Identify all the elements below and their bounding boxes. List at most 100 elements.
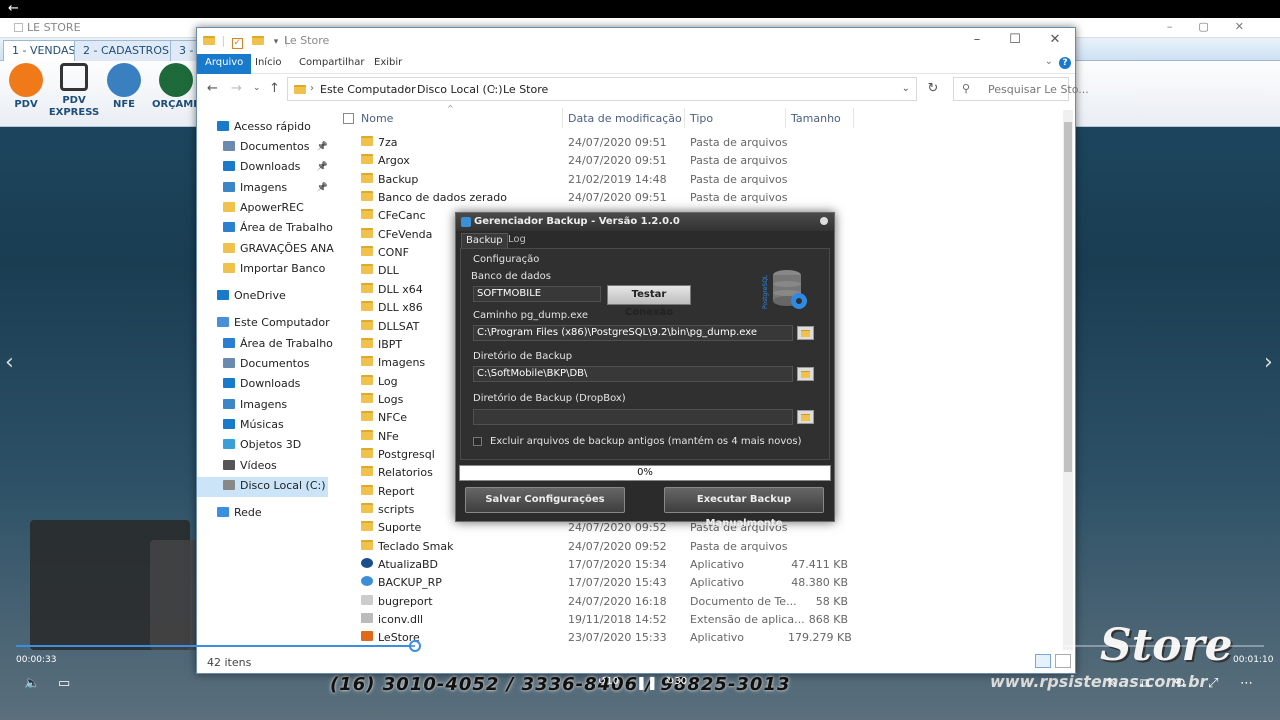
large-icons-view-icon[interactable] <box>1055 654 1071 668</box>
nav-item[interactable]: Imagens <box>197 396 328 416</box>
chevron-down-icon[interactable]: ▾ <box>274 37 279 47</box>
close-icon[interactable] <box>820 217 828 225</box>
tab-log[interactable]: Log <box>504 233 530 248</box>
nav-item[interactable]: Downloads <box>197 375 328 395</box>
file-row[interactable]: iconv.dll 19/11/2018 14:52 Extensão de apl… <box>337 611 1061 629</box>
arrow-left-icon[interactable]: ← <box>8 1 19 16</box>
back-arrow-icon[interactable]: ← <box>207 81 218 96</box>
nav-item[interactable]: Objetos 3D <box>197 436 328 456</box>
column-date[interactable]: Data de modificação <box>568 112 682 125</box>
breadcrumb-computer[interactable]: Este Computador <box>320 83 416 96</box>
column-name[interactable]: Nome <box>361 112 393 125</box>
tab-cadastros[interactable]: 2 - CADASTROS <box>74 40 178 61</box>
volume-icon[interactable]: 🔈 <box>24 676 40 691</box>
breadcrumb-lestore[interactable]: Le Store <box>503 83 548 96</box>
nav-item[interactable]: Área de Trabalho <box>197 219 333 239</box>
nav-item[interactable]: Importar Banco <box>197 260 328 280</box>
nav-item[interactable]: Downloads 📌 <box>197 158 328 178</box>
nav-item[interactable]: Disco Local (C:) <box>197 477 328 497</box>
breadcrumb-disk[interactable]: Disco Local (C:) <box>417 83 503 96</box>
file-row[interactable]: Argox 24/07/2020 09:51 Pasta de arquivos <box>337 152 1061 170</box>
browse-folder-icon[interactable] <box>797 410 814 424</box>
test-connection-button[interactable]: Testar Conexão <box>607 285 691 318</box>
app-window-buttons[interactable]: –▢✕ <box>1167 20 1270 33</box>
dropbox-dir-input[interactable] <box>473 409 793 425</box>
nav-item[interactable]: Músicas <box>197 416 328 436</box>
tab-arquivo[interactable]: Arquivo <box>197 54 252 74</box>
recent-chevron-icon[interactable]: ⌄ <box>253 83 261 93</box>
pgdump-path-input[interactable]: C:\Program Files (x86)\PostgreSQL\9.2\bi… <box>473 325 793 341</box>
forward-arrow-icon[interactable]: → <box>231 81 242 96</box>
nav-item[interactable]: Rede <box>197 504 328 524</box>
nav-item[interactable]: ApowerREC <box>197 199 328 219</box>
next-chevron-icon[interactable]: › <box>1264 350 1273 375</box>
run-backup-button[interactable]: Executar Backup Manualmente <box>664 487 824 529</box>
file-row[interactable]: Backup 21/02/2019 14:48 Pasta de arquivos <box>337 171 1061 189</box>
column-divider[interactable] <box>785 108 786 128</box>
file-row[interactable]: 7za 24/07/2020 09:51 Pasta de arquivos <box>337 134 1061 152</box>
vertical-scrollbar[interactable] <box>1063 110 1073 650</box>
column-divider[interactable] <box>684 108 685 128</box>
minimize-icon[interactable]: – <box>967 32 987 47</box>
tab-backup[interactable]: Backup <box>461 233 508 248</box>
crop-icon[interactable]: ⧉ <box>1140 676 1149 691</box>
scrollbar-thumb[interactable] <box>1064 122 1072 472</box>
nav-item[interactable]: GRAVAÇÕES ANA <box>197 240 334 260</box>
nav-item[interactable]: Área de Trabalho <box>197 335 333 355</box>
skip-back-icon[interactable]: ↺10 <box>598 676 619 687</box>
new-folder-icon[interactable] <box>252 36 265 45</box>
previous-chevron-icon[interactable]: ‹ <box>5 350 14 375</box>
file-row[interactable]: Suporte24/07/2020 09:52Pasta de arquivos <box>337 519 1061 537</box>
save-config-button[interactable]: Salvar Configurações <box>465 487 625 513</box>
tab-exibir[interactable]: Exibir <box>366 54 410 74</box>
backup-dir-input[interactable]: C:\SoftMobile\BKP\DB\ <box>473 366 793 382</box>
nav-item[interactable]: Documentos 📌 <box>197 138 328 158</box>
file-row[interactable]: Banco de dados zerado 24/07/2020 09:51 Pas… <box>337 189 1061 207</box>
column-divider[interactable] <box>562 108 563 128</box>
file-row[interactable]: AtualizaBD 17/07/2020 15:34 Aplicativo 47.4… <box>337 556 1061 574</box>
help-icon[interactable]: ? <box>1059 57 1071 69</box>
column-size[interactable]: Tamanho <box>791 112 841 125</box>
pdv-express-button[interactable]: PDV EXPRESS <box>48 63 100 119</box>
more-icon[interactable]: ⋯ <box>1240 676 1253 691</box>
tab-inicio[interactable]: Início <box>247 54 289 74</box>
tab-compartilhar[interactable]: Compartilhar <box>291 54 372 74</box>
pen-icon[interactable]: ✎ <box>1106 676 1117 691</box>
maximize-icon[interactable]: ☐ <box>1005 32 1025 47</box>
nav-item[interactable]: Imagens 📌 <box>197 179 328 199</box>
tab-vendas[interactable]: 1 - VENDAS <box>3 40 85 61</box>
browse-folder-icon[interactable] <box>797 367 814 381</box>
up-arrow-icon[interactable]: ↑ <box>269 81 280 96</box>
refresh-icon[interactable]: ↻ <box>921 77 945 101</box>
db-name-input[interactable]: SOFTMOBILE <box>473 286 601 302</box>
pause-icon[interactable]: ❚❚ <box>636 676 658 691</box>
select-all-checkbox[interactable] <box>343 113 354 124</box>
nfe-button[interactable]: NFE <box>98 63 150 111</box>
properties-icon[interactable]: ✓ <box>231 38 243 49</box>
nav-item[interactable]: Este Computador <box>197 314 330 334</box>
exclude-old-checkbox[interactable] <box>473 437 482 446</box>
close-icon[interactable]: ✕ <box>1045 32 1065 47</box>
expand-icon[interactable]: ⤢ <box>1208 676 1218 691</box>
nav-item[interactable]: OneDrive <box>197 287 328 307</box>
skip-forward-icon[interactable]: ↻30 <box>666 676 687 687</box>
column-type[interactable]: Tipo <box>690 112 713 125</box>
file-row[interactable]: Teclado Smak 24/07/2020 09:52 Pasta de arq… <box>337 538 1061 556</box>
music-icon <box>223 419 235 429</box>
pdv-button[interactable]: PDV <box>0 63 52 111</box>
column-divider[interactable] <box>853 108 854 128</box>
file-row[interactable]: BACKUP_RP 17/07/2020 15:43 Aplicativo 48.38… <box>337 574 1061 592</box>
chevron-down-icon[interactable]: ⌄ <box>902 83 910 94</box>
search-input[interactable]: ⚲ Pesquisar Le Sto... <box>953 77 1089 101</box>
ribbon-expand-icon[interactable]: ⌄ <box>1045 56 1053 67</box>
details-view-icon[interactable] <box>1035 654 1051 668</box>
speed-icon[interactable]: ⟲ <box>1174 676 1185 691</box>
address-bar[interactable]: › Este Computador › Disco Local (C:) › L… <box>287 77 917 101</box>
file-row[interactable]: bugreport 24/07/2020 16:18 Documento de Te… <box>337 593 1061 611</box>
orcamento-button[interactable]: ORÇAME <box>150 63 202 111</box>
browse-folder-icon[interactable] <box>797 326 814 340</box>
nav-item[interactable]: Vídeos <box>197 457 328 477</box>
nav-item[interactable]: Documentos <box>197 355 328 375</box>
nav-item[interactable]: Acesso rápido <box>197 118 328 138</box>
captions-icon[interactable]: ▭ <box>58 676 70 691</box>
